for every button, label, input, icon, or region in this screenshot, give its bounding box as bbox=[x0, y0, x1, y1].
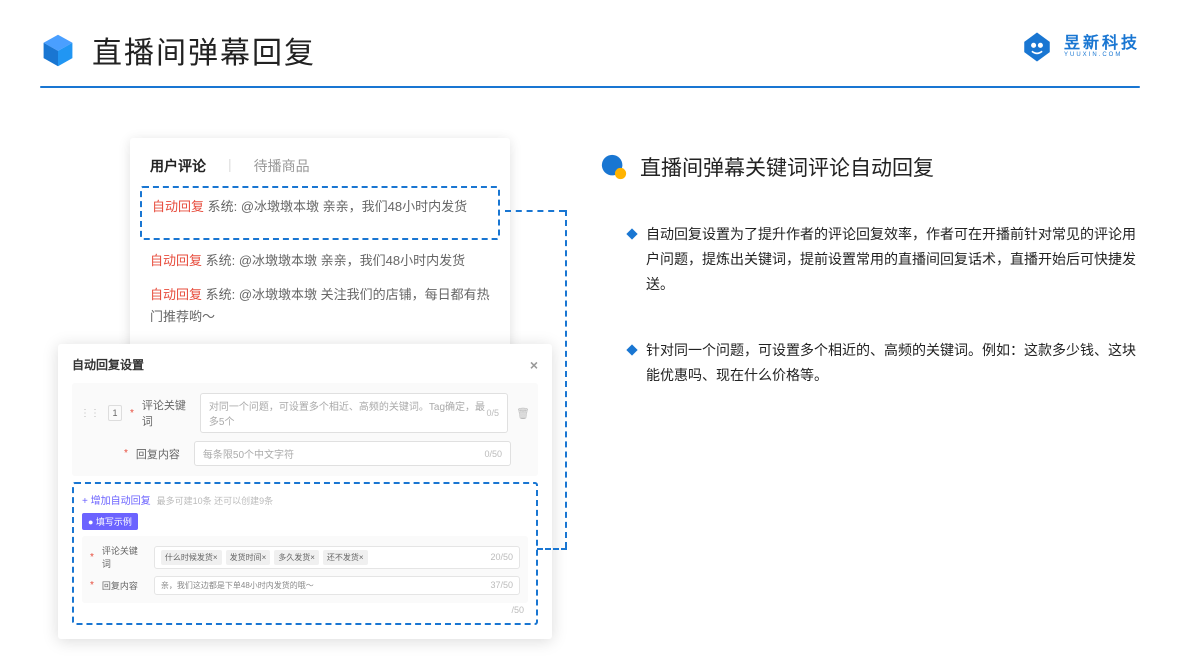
bullet-item: 自动回复设置为了提升作者的评论回复效率，作者可在开播前针对常见的评论用户问题，提… bbox=[628, 222, 1140, 298]
auto-reply-tag: 自动回复 bbox=[150, 287, 202, 302]
required-dot: * bbox=[130, 408, 134, 419]
keyword-input[interactable]: 对同一个问题，可设置多个相近、高频的关键词。Tag确定，最多5个0/5 bbox=[200, 393, 508, 433]
ex-content-label: 回复内容 bbox=[102, 579, 146, 592]
auto-reply-tag: 自动回复 bbox=[150, 253, 202, 268]
bullet-text: 自动回复设置为了提升作者的评论回复效率，作者可在开播前针对常见的评论用户问题，提… bbox=[646, 222, 1140, 298]
page-title: 直播间弹幕回复 bbox=[92, 28, 316, 72]
ex-keyword-label: 评论关键词 bbox=[102, 544, 146, 570]
comment-text: 系统: @冰墩墩本墩 亲亲，我们48小时内发货 bbox=[202, 253, 465, 268]
chip: 什么时候发货× bbox=[161, 550, 222, 565]
bullet-item: 针对同一个问题，可设置多个相近的、高频的关键词。例如：这款多少钱、这块能优惠吗、… bbox=[628, 338, 1140, 388]
tab-products[interactable]: 待播商品 bbox=[254, 156, 310, 176]
page-header: 直播间弹幕回复 bbox=[0, 0, 1180, 72]
content-input[interactable]: 每条限50个中文字符0/50 bbox=[194, 441, 511, 466]
brand-icon bbox=[1020, 30, 1054, 64]
add-note: 最多可建10条 还可以创建9条 bbox=[157, 496, 274, 506]
required-dot: * bbox=[124, 448, 128, 459]
tab-user-comments[interactable]: 用户评论 bbox=[150, 156, 206, 176]
diamond-icon bbox=[626, 228, 637, 239]
connector-line bbox=[505, 210, 565, 212]
content-label: 回复内容 bbox=[136, 446, 186, 462]
brand: 昱新科技 YUUXIN.COM bbox=[1020, 30, 1140, 64]
example-group: + 增加自动回复最多可建10条 还可以创建9条 ● 填写示例 * 评论关键词 什… bbox=[72, 482, 538, 625]
connector-line bbox=[537, 548, 567, 550]
example-badge: ● 填写示例 bbox=[82, 513, 138, 530]
ex-keyword-chips[interactable]: 什么时候发货× 发货时间× 多久发货× 还不发货× 20/50 bbox=[154, 546, 520, 569]
comment-text: 系统: @冰墩墩本墩 亲亲，我们48小时内发货 bbox=[204, 199, 467, 214]
required-dot: * bbox=[90, 552, 94, 563]
feature-title: 直播间弹幕关键词评论自动回复 bbox=[640, 152, 934, 182]
chip: 多久发货× bbox=[274, 550, 319, 565]
diamond-icon bbox=[626, 344, 637, 355]
connector-line bbox=[565, 210, 567, 548]
add-rule-link[interactable]: + 增加自动回复 bbox=[82, 496, 151, 507]
settings-modal: 自动回复设置 × ⋮⋮ 1 * 评论关键词 对同一个问题，可设置多个相近、高频的… bbox=[58, 344, 552, 639]
chat-bubble-icon bbox=[600, 153, 628, 181]
drag-handle-icon[interactable]: ⋮⋮ bbox=[80, 408, 100, 419]
brand-name: 昱新科技 bbox=[1064, 36, 1140, 52]
rule-index: 1 bbox=[108, 405, 122, 421]
tab-separator: | bbox=[228, 156, 232, 176]
outer-count: /50 bbox=[82, 603, 528, 615]
cube-logo-icon bbox=[40, 32, 76, 68]
chip: 还不发货× bbox=[323, 550, 368, 565]
required-dot: * bbox=[90, 580, 94, 591]
tabs: 用户评论 | 待播商品 bbox=[150, 156, 490, 176]
auto-reply-tag: 自动回复 bbox=[152, 199, 204, 214]
keyword-label: 评论关键词 bbox=[142, 397, 192, 429]
comment-item: 自动回复 系统: @冰墩墩本墩 亲亲，我们48小时内发货 bbox=[150, 250, 490, 272]
modal-title: 自动回复设置 bbox=[72, 356, 144, 373]
rule-block: ⋮⋮ 1 * 评论关键词 对同一个问题，可设置多个相近、高频的关键词。Tag确定… bbox=[72, 383, 538, 476]
brand-subtitle: YUUXIN.COM bbox=[1064, 52, 1140, 58]
chip: 发货时间× bbox=[226, 550, 271, 565]
close-icon[interactable]: × bbox=[530, 357, 538, 373]
ex-content-text[interactable]: 亲，我们这边都是下单48小时内发货的哦～37/50 bbox=[154, 576, 520, 595]
left-panels: 用户评论 | 待播商品 自动回复 系统: @冰墩墩本墩 亲亲，我们48小时内发货… bbox=[40, 138, 560, 428]
highlighted-comment: 自动回复 系统: @冰墩墩本墩 亲亲，我们48小时内发货 bbox=[140, 186, 500, 240]
bullet-text: 针对同一个问题，可设置多个相近的、高频的关键词。例如：这款多少钱、这块能优惠吗、… bbox=[646, 338, 1140, 388]
trash-icon[interactable]: 🗑 bbox=[516, 407, 530, 420]
comment-item: 自动回复 系统: @冰墩墩本墩 关注我们的店铺，每日都有热门推荐哟～ bbox=[150, 284, 490, 328]
right-text: 直播间弹幕关键词评论自动回复 自动回复设置为了提升作者的评论回复效率，作者可在开… bbox=[600, 138, 1140, 428]
